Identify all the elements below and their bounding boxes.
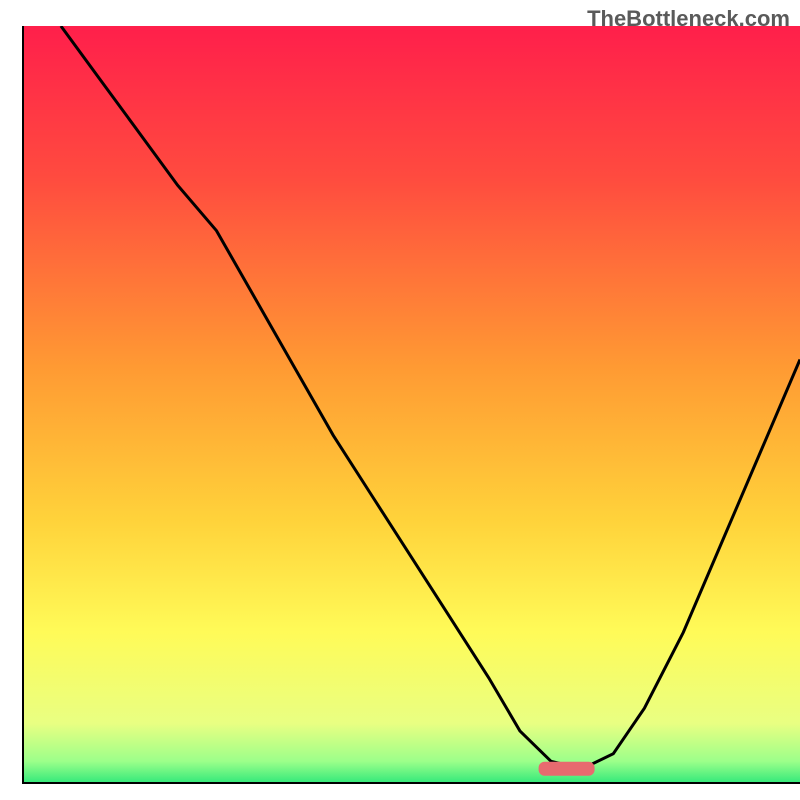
plot-area: [22, 26, 800, 784]
chart-container: TheBottleneck.com: [0, 0, 800, 800]
optimal-marker: [539, 762, 595, 776]
chart-background: [22, 26, 800, 784]
chart-svg: [22, 26, 800, 784]
watermark-text: TheBottleneck.com: [587, 6, 790, 32]
